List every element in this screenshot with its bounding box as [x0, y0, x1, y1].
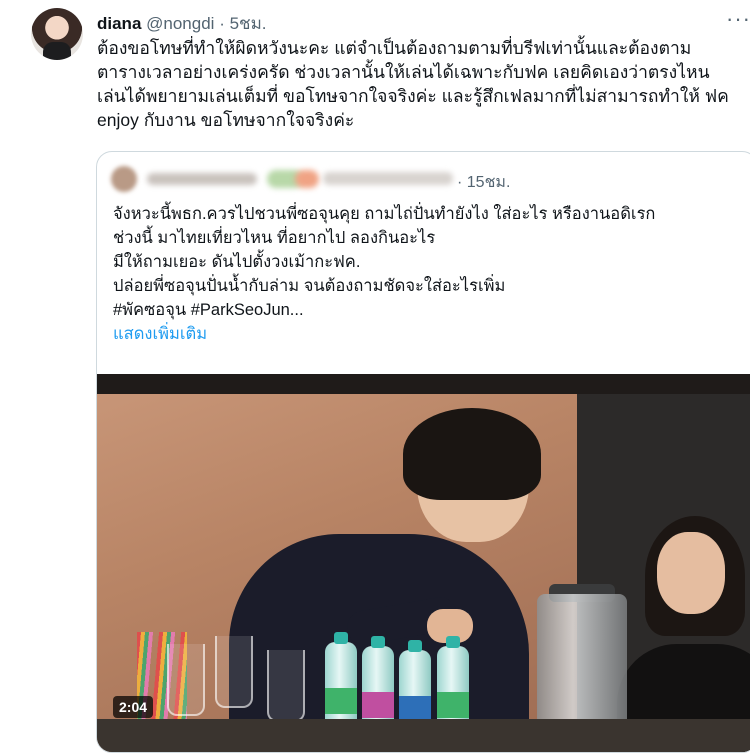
- tweet-text-line: เล่นได้พยายามเล่นเต็มที่ ขอโทษจากใจจริงค…: [97, 86, 729, 106]
- separator-dot: ·: [219, 14, 225, 33]
- tweet-header: diana @nongdi · 5ชม.: [97, 10, 267, 37]
- glass: [215, 636, 253, 708]
- glass: [267, 650, 305, 722]
- quoted-text-line: จังหวะนี้พธก.ควรไปชวนพี่ซอจุนคุย ถามไถ่ป…: [113, 205, 656, 223]
- quoted-text-line: มีให้ถามเยอะ ดันไปตั้งวงเม้ากะฟค.: [113, 253, 361, 271]
- more-options-icon[interactable]: ···: [726, 6, 750, 32]
- tweet-text-line: ต้องขอโทษที่ทำให้ผิดหวังนะคะ แต่จำเป็นต้…: [97, 38, 692, 58]
- tweet-text-line: ตารางเวลาอย่างเคร่งครัด ช่วงเวลานั้นให้เ…: [97, 62, 710, 82]
- video-top-edge: [97, 374, 750, 394]
- glass: [167, 644, 205, 716]
- quoted-text-line: ปล่อยพี่ซอจุนปั่นน้ำกับล่าม จนต้องถามชัด…: [113, 277, 506, 295]
- tweet-timestamp[interactable]: 5ชม.: [230, 14, 267, 33]
- quoted-tweet-timestamp: · 15ชม.: [457, 174, 511, 191]
- blurred-author-name: [147, 173, 257, 185]
- person-hair: [403, 408, 541, 500]
- table: [97, 719, 750, 752]
- quoted-text-line: ช่วงนี้ มาไทยเที่ยวไหน ที่อยากไป ลองกินอ…: [113, 229, 436, 247]
- quoted-tweet-text: จังหวะนี้พธก.ควรไปชวนพี่ซอจุนคุย ถามไถ่ป…: [113, 202, 743, 346]
- video-player[interactable]: 2:04: [97, 374, 750, 752]
- video-duration-badge: 2:04: [113, 696, 154, 718]
- quoted-tweet-header: · 15ชม.: [111, 166, 511, 192]
- author-avatar[interactable]: [31, 8, 83, 60]
- tweet-text-line: enjoy กับงาน ขอโทษจากใจจริงค่ะ: [97, 110, 355, 130]
- tweet-text: ต้องขอโทษที่ทำให้ผิดหวังนะคะ แต่จำเป็นต้…: [97, 36, 747, 132]
- quoted-author-avatar-blurred: [111, 166, 137, 192]
- show-more-link[interactable]: แสดงเพิ่มเติม: [113, 322, 743, 346]
- quoted-text-line[interactable]: #พัคซอจุน #ParkSeoJun...: [113, 298, 743, 322]
- author-name[interactable]: diana: [97, 14, 141, 33]
- author-handle[interactable]: @nongdi: [146, 14, 214, 33]
- quoted-tweet-card[interactable]: · 15ชม. จังหวะนี้พธก.ควรไปชวนพี่ซอจุนคุย…: [96, 151, 750, 753]
- blurred-emoji: [295, 170, 319, 188]
- interpreter-head: [657, 532, 725, 614]
- blurred-author-handle: [323, 172, 453, 185]
